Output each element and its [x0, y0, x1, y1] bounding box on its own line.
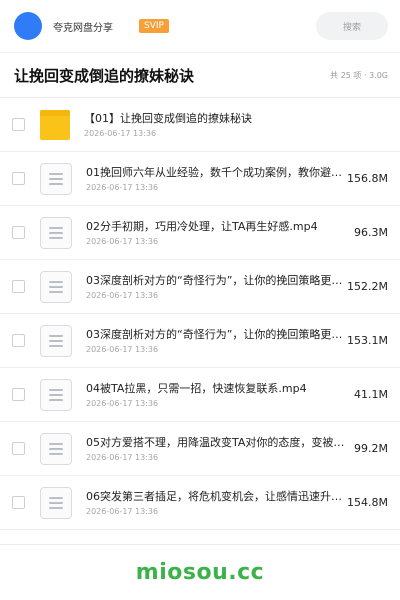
file-date: 2026-06-17 13:36: [86, 399, 159, 408]
avatar[interactable]: [14, 12, 42, 40]
file-name: 【01】让挽回变成倒追的撩妹秘诀: [84, 112, 252, 125]
file-name: 01挽回师六年从业经验，数千个成功案例，教你避免挽回误区.mp4: [86, 166, 343, 179]
page-title: 让挽回变成倒追的撩妹秘诀: [14, 66, 195, 85]
file-info: 06突发第三者插足，将危机变机会，让感情迅速升温.mp4 2026-06-17 …: [86, 489, 343, 516]
checkbox[interactable]: [12, 172, 25, 185]
file-name: 06突发第三者插足，将危机变机会，让感情迅速升温.mp4: [86, 490, 344, 503]
file-size: 41.1M: [354, 388, 388, 401]
document-icon: [40, 324, 72, 357]
document-icon: [40, 216, 72, 249]
file-name: 04被TA拉黑，只需一招，快速恢复联系.mp4: [86, 382, 307, 395]
file-size: 152.2M: [347, 280, 388, 293]
top-bar: 夸克网盘分享 SVIP 搜索: [0, 0, 400, 52]
file-date: 2026-06-17 13:36: [86, 345, 159, 354]
file-info: 04被TA拉黑，只需一招，快速恢复联系.mp4 2026-06-17 13:36: [86, 381, 350, 408]
checkbox[interactable]: [12, 334, 25, 347]
svip-badge: SVIP: [139, 19, 169, 33]
watermark: miosou.cc: [135, 560, 265, 585]
folder-icon: [40, 109, 70, 140]
file-info: 03深度剖析对方的“奇怪行为”，让你的挽回策略更有针对性.mp4 2026-06…: [86, 273, 343, 300]
checkbox[interactable]: [12, 442, 25, 455]
file-info: 05对方爱搭不理，用降温改变TA对你的态度，变被动为主动.mp4 2026-06…: [86, 435, 350, 462]
file-size: 154.8M: [347, 496, 388, 509]
document-icon: [40, 378, 72, 411]
file-info: 【01】让挽回变成倒追的撩妹秘诀 2026-06-17 13:36: [84, 111, 384, 138]
list-item[interactable]: 06突发第三者插足，将危机变机会，让感情迅速升温.mp4 2026-06-17 …: [0, 476, 400, 530]
file-date: 2026-06-17 13:36: [86, 453, 159, 462]
file-name: 03深度剖析对方的“奇怪行为”，让你的挽回策略更有针对性.mp4: [86, 274, 343, 287]
file-size: 153.1M: [347, 334, 388, 347]
list-item[interactable]: 02分手初期，巧用冷处理，让TA再生好感.mp4 2026-06-17 13:3…: [0, 206, 400, 260]
search-input[interactable]: 搜索: [316, 12, 388, 40]
document-icon: [40, 162, 72, 195]
file-date: 2026-06-17 13:36: [86, 237, 159, 246]
app-name: 夸克网盘分享: [53, 22, 113, 34]
file-info: 03深度剖析对方的“奇怪行为”，让你的挽回策略更有针对性.mp4 2026-06…: [86, 327, 343, 354]
file-date: 2026-06-17 13:36: [86, 291, 159, 300]
file-size: 96.3M: [354, 226, 388, 239]
folder-header: 让挽回变成倒追的撩妹秘诀 共 25 项 · 3.0G: [0, 52, 400, 98]
footer: miosou.cc: [0, 544, 400, 600]
folder-meta: 共 25 项 · 3.0G: [330, 70, 388, 80]
list-item[interactable]: 【01】让挽回变成倒追的撩妹秘诀 2026-06-17 13:36: [0, 98, 400, 152]
document-icon: [40, 270, 72, 303]
list-item[interactable]: 01挽回师六年从业经验，数千个成功案例，教你避免挽回误区.mp4 2026-06…: [0, 152, 400, 206]
checkbox[interactable]: [12, 280, 25, 293]
file-info: 02分手初期，巧用冷处理，让TA再生好感.mp4 2026-06-17 13:3…: [86, 219, 350, 246]
file-date: 2026-06-17 13:36: [86, 507, 159, 516]
file-list: 【01】让挽回变成倒追的撩妹秘诀 2026-06-17 13:36 01挽回师六…: [0, 98, 400, 530]
checkbox[interactable]: [12, 388, 25, 401]
list-item[interactable]: 04被TA拉黑，只需一招，快速恢复联系.mp4 2026-06-17 13:36…: [0, 368, 400, 422]
document-icon: [40, 486, 72, 519]
file-size: 99.2M: [354, 442, 388, 455]
file-name: 05对方爱搭不理，用降温改变TA对你的态度，变被动为主动.mp4: [86, 436, 350, 449]
list-item[interactable]: 05对方爱搭不理，用降温改变TA对你的态度，变被动为主动.mp4 2026-06…: [0, 422, 400, 476]
file-date: 2026-06-17 13:36: [84, 129, 157, 138]
checkbox[interactable]: [12, 496, 25, 509]
checkbox[interactable]: [12, 226, 25, 239]
file-name: 03深度剖析对方的“奇怪行为”，让你的挽回策略更有针对性.mp4: [86, 328, 343, 341]
list-item[interactable]: 03深度剖析对方的“奇怪行为”，让你的挽回策略更有针对性.mp4 2026-06…: [0, 314, 400, 368]
file-date: 2026-06-17 13:36: [86, 183, 159, 192]
file-name: 02分手初期，巧用冷处理，让TA再生好感.mp4: [86, 220, 318, 233]
file-info: 01挽回师六年从业经验，数千个成功案例，教你避免挽回误区.mp4 2026-06…: [86, 165, 343, 192]
file-size: 156.8M: [347, 172, 388, 185]
list-item[interactable]: 03深度剖析对方的“奇怪行为”，让你的挽回策略更有针对性.mp4 2026-06…: [0, 260, 400, 314]
document-icon: [40, 432, 72, 465]
checkbox[interactable]: [12, 118, 25, 131]
